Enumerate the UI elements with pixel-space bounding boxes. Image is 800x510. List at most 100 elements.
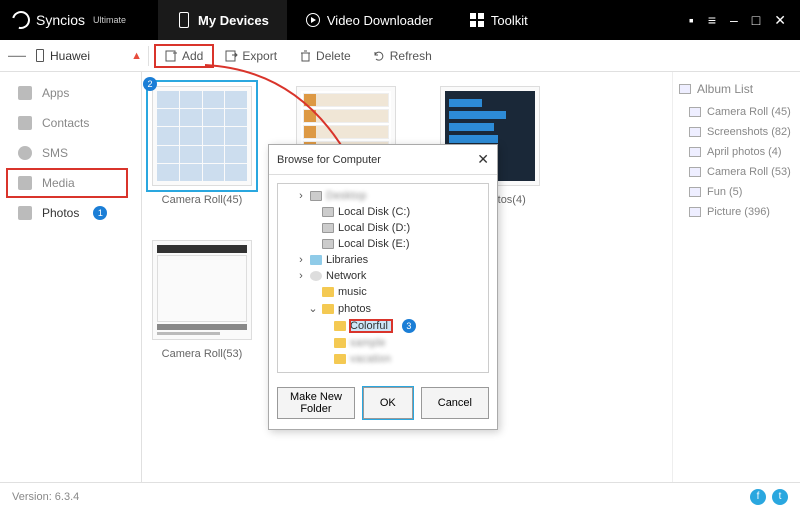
title-bar: Syncios Ultimate My Devices Video Downlo… [0, 0, 800, 40]
sidebar-item-label: SMS [42, 146, 68, 160]
dialog-title: Browse for Computer [277, 154, 381, 166]
folder-icon [334, 338, 346, 348]
sidebar-item-sms[interactable]: SMS [0, 138, 141, 168]
folder-icon [334, 354, 346, 364]
tree-node[interactable]: vacation [278, 351, 488, 367]
sidebar-item-photos[interactable]: Photos 1 [0, 198, 141, 228]
twitter-icon[interactable]: t [772, 489, 788, 505]
list-item[interactable]: Camera Roll (45) [679, 102, 794, 122]
add-button[interactable]: Add [155, 45, 213, 67]
sidebar-item-contacts[interactable]: Contacts [0, 108, 141, 138]
app-edition: Ultimate [93, 15, 126, 25]
folder-icon [334, 321, 346, 331]
refresh-icon [373, 49, 386, 62]
nav-label: My Devices [198, 13, 269, 28]
photos-icon [18, 206, 32, 220]
top-nav: My Devices Video Downloader Toolkit [158, 0, 546, 40]
list-item[interactable]: Fun (5) [679, 182, 794, 202]
photo-icon [689, 187, 701, 197]
list-label: Fun (5) [707, 186, 742, 198]
btn-label: Refresh [390, 49, 432, 63]
sidebar-item-apps[interactable]: Apps [0, 78, 141, 108]
list-item[interactable]: Picture (396) [679, 202, 794, 222]
close-icon[interactable]: ✕ [774, 12, 786, 29]
grid-icon [469, 12, 485, 28]
nav-toolkit[interactable]: Toolkit [451, 0, 546, 40]
nav-label: Toolkit [491, 13, 528, 28]
tree-label: Desktop [326, 190, 366, 202]
social-links: f t [750, 489, 788, 505]
tree-node-colorful[interactable]: Colorful 3 [278, 317, 488, 335]
list-label: April photos (4) [707, 146, 782, 158]
list-item[interactable]: April photos (4) [679, 142, 794, 162]
tree-label: vacation [350, 353, 391, 365]
ok-button[interactable]: OK [363, 387, 413, 419]
tree-label: Network [326, 270, 366, 282]
tree-node-music[interactable]: music [278, 284, 488, 300]
btn-label: Export [242, 49, 277, 63]
album-camera-roll-2[interactable]: Camera Roll(53) [152, 240, 252, 360]
step-badge-3: 3 [402, 319, 416, 333]
close-icon[interactable]: ✕ [477, 151, 489, 168]
drive-icon [322, 207, 334, 217]
phone-icon [176, 12, 192, 28]
nav-my-devices[interactable]: My Devices [158, 0, 287, 40]
status-bar: Version: 6.3.4 f t [0, 482, 800, 510]
sms-icon [18, 146, 32, 160]
nav-video-downloader[interactable]: Video Downloader [287, 0, 451, 40]
photo-icon [689, 167, 701, 177]
play-icon [305, 12, 321, 28]
device-icon [36, 49, 44, 62]
menu-icon[interactable]: ≡ [708, 12, 716, 29]
dialog-titlebar: Browse for Computer ✕ [269, 145, 497, 175]
cancel-button[interactable]: Cancel [421, 387, 489, 419]
step-badge-1: 1 [93, 206, 107, 220]
tree-node[interactable]: sample [278, 335, 488, 351]
tree-node-libraries[interactable]: ›Libraries [278, 252, 488, 268]
tree-node-photos[interactable]: ⌄photos [278, 300, 488, 317]
make-new-folder-button[interactable]: Make New Folder [277, 387, 355, 419]
facebook-icon[interactable]: f [750, 489, 766, 505]
tree-node-d[interactable]: Local Disk (D:) [278, 220, 488, 236]
libraries-icon [310, 255, 322, 265]
album-thumb [152, 240, 252, 340]
dialog-buttons: Make New Folder OK Cancel [269, 381, 497, 429]
photo-icon [689, 107, 701, 117]
sidebar: Apps Contacts SMS Media Photos 1 [0, 72, 142, 482]
album-caption: Camera Roll(45) [152, 194, 252, 206]
btn-label: Delete [316, 49, 351, 63]
list-label: Screenshots (82) [707, 126, 791, 138]
tree-node-c[interactable]: Local Disk (C:) [278, 204, 488, 220]
refresh-button[interactable]: Refresh [363, 45, 442, 67]
export-icon [225, 49, 238, 62]
tree-node[interactable]: ›Desktop [278, 188, 488, 204]
tree-node-e[interactable]: Local Disk (E:) [278, 236, 488, 252]
sidebar-item-media[interactable]: Media [0, 168, 141, 198]
minimize-icon[interactable]: – [730, 12, 738, 29]
app-name: Syncios [36, 12, 85, 28]
album-list-panel: Album List Camera Roll (45) Screenshots … [672, 72, 800, 482]
export-button[interactable]: Export [215, 45, 287, 67]
logo-icon [9, 8, 34, 33]
notification-icon[interactable]: ▪ [689, 12, 694, 29]
tree-node-network[interactable]: ›Network [278, 268, 488, 284]
list-item[interactable]: Screenshots (82) [679, 122, 794, 142]
divider [148, 46, 149, 66]
delete-button[interactable]: Delete [289, 45, 361, 67]
device-selector[interactable]: — Huawei ▲ [8, 45, 142, 66]
eject-icon[interactable]: ▲ [131, 50, 142, 62]
album-thumb: 2 [152, 86, 252, 186]
sidebar-item-label: Media [42, 176, 75, 190]
list-label: Camera Roll (45) [707, 106, 791, 118]
sidebar-item-label: Photos [42, 206, 79, 220]
list-item[interactable]: Camera Roll (53) [679, 162, 794, 182]
add-icon [165, 49, 178, 62]
album-camera-roll[interactable]: 2 Camera Roll(45) [152, 86, 252, 206]
panel-header: Album List [679, 82, 794, 96]
maximize-icon[interactable]: □ [752, 12, 760, 29]
folder-tree[interactable]: ›Desktop Local Disk (C:) Local Disk (D:)… [277, 183, 489, 373]
tree-label: Colorful [350, 320, 392, 332]
version-label: Version: 6.3.4 [12, 491, 79, 503]
sidebar-item-label: Apps [42, 86, 69, 100]
album-caption: Camera Roll(53) [152, 348, 252, 360]
